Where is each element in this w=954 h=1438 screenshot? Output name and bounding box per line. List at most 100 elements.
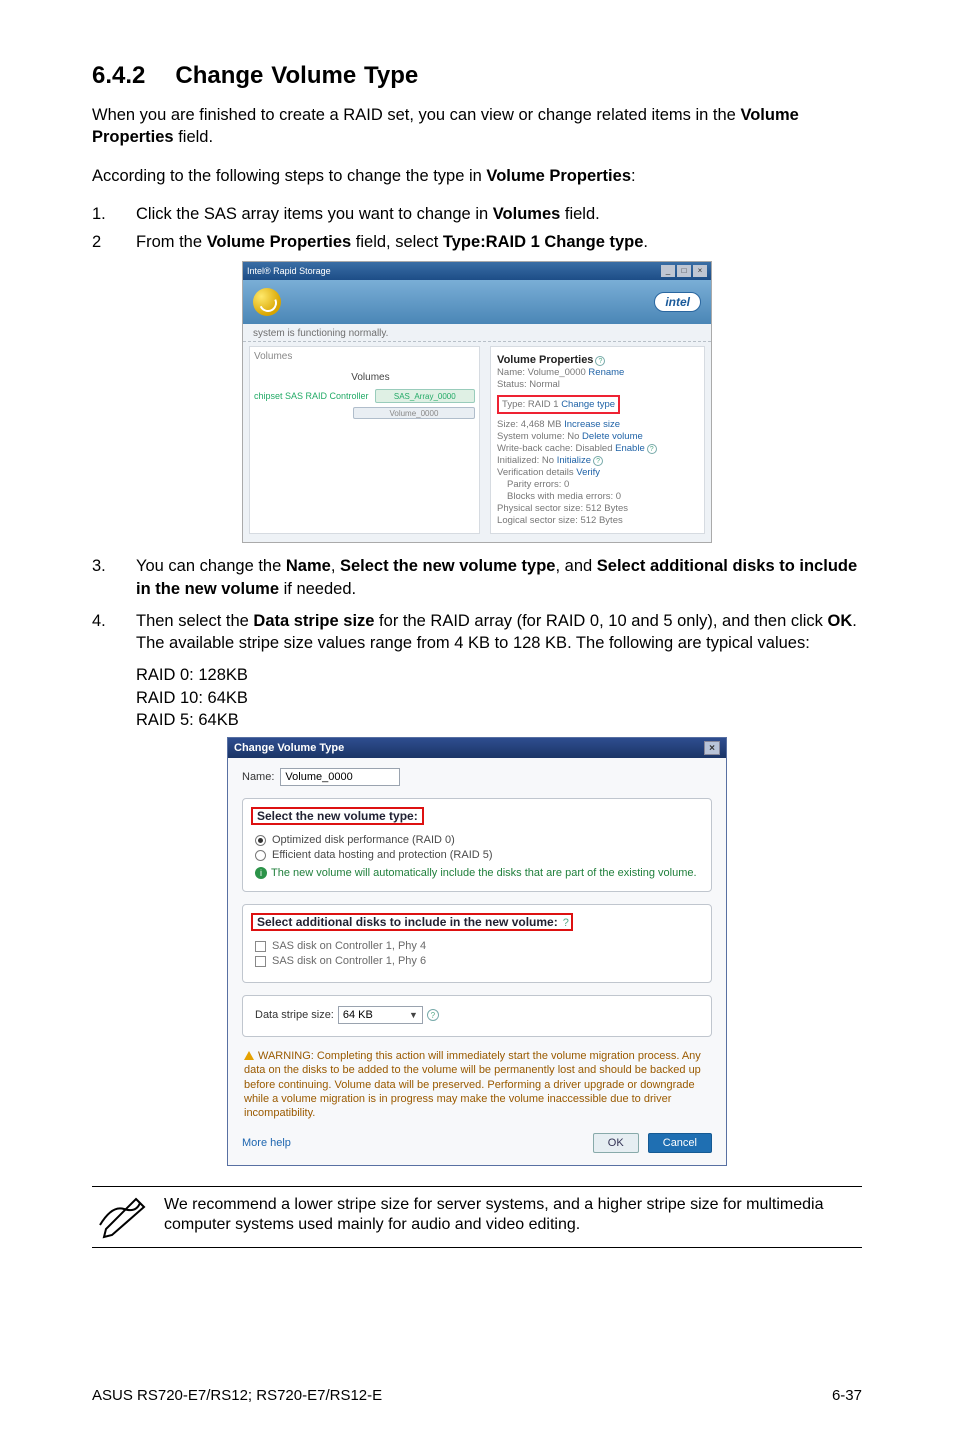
prop-size: Size: 4,468 MB Increase size [497,419,698,430]
minimize-icon[interactable]: _ [661,265,675,277]
screenshot-change-volume-type: Change Volume Type × Name: Select the ne… [227,737,727,1165]
volume-type-legend: Select the new volume type: [255,809,420,823]
increase-size-link[interactable]: Increase size [564,419,620,430]
footer-page-number: 6-37 [832,1387,862,1404]
volumes-panel: Volumes Volumes chipset SAS RAID Control… [249,346,480,534]
more-help-link[interactable]: More help [242,1137,291,1149]
radio-icon[interactable] [255,835,266,846]
radio-icon[interactable] [255,850,266,861]
delete-volume-link[interactable]: Delete volume [582,431,643,442]
name-label: Name: [242,771,274,783]
radio-raid0-row[interactable]: Optimized disk performance (RAID 0) [255,834,699,846]
step-1: 1. Click the SAS array items you want to… [92,203,862,225]
prop-status: Status: Normal [497,379,698,390]
warning-message: WARNING: Completing this action will imm… [244,1049,710,1120]
intro-paragraph-1: When you are finished to create a RAID s… [92,104,862,149]
initialize-link[interactable]: Initialize [557,455,591,466]
name-input[interactable] [280,768,400,786]
dialog-button-row: More help OK Cancel [242,1133,712,1155]
app-header: intel [243,280,711,324]
text: field. [174,128,213,146]
controller-label: chipset SAS RAID Controller [254,391,369,401]
maximize-icon[interactable]: □ [677,265,691,277]
window-controls: _□× [659,265,707,277]
close-icon[interactable]: × [693,265,707,277]
help-icon[interactable]: ? [647,444,657,454]
radio-label: Efficient data hosting and protection (R… [272,849,493,861]
text: System volume: No [497,431,582,442]
section-title-text: Change Volume Type [175,62,418,89]
help-icon[interactable]: ? [593,456,603,466]
stripe-size-select[interactable]: 64 KB ▼ [338,1006,423,1024]
dialog-title: Change Volume Type [234,742,344,754]
volume-type-group: Select the new volume type: Optimized di… [242,798,712,892]
radio-raid5-row[interactable]: Efficient data hosting and protection (R… [255,849,699,861]
help-icon[interactable]: ? [595,356,605,366]
volumes-header: Volumes [254,351,475,362]
text-bold: Volume Properties [207,233,352,251]
footer-product: ASUS RS720-E7/RS12; RS720-E7/RS12-E [92,1387,382,1404]
intro-paragraph-2: According to the following steps to chan… [92,165,862,187]
intel-logo: intel [654,292,701,312]
text-bold: Name [286,557,331,575]
cancel-button[interactable]: Cancel [648,1133,712,1153]
text: From the [136,233,207,251]
disk-label: SAS disk on Controller 1, Phy 4 [272,940,426,952]
volume-item[interactable]: Volume_0000 [353,407,475,419]
text: : [631,167,636,185]
step-text: Then select the Data stripe size for the… [136,610,862,655]
stripe-size-label: Data stripe size: [255,1009,334,1021]
enable-cache-link[interactable]: Enable [615,443,645,454]
info-icon: i [255,867,267,879]
disk-label: SAS disk on Controller 1, Phy 6 [272,955,426,967]
text: . [643,233,648,251]
sas-array-item[interactable]: SAS_Array_0000 [375,389,476,403]
screenshot-irst-main: Intel® Rapid Storage _□× intel system is… [242,261,712,543]
checkbox-icon[interactable] [255,956,266,967]
volume-properties-panel: Volume Properties? Name: Volume_0000 Ren… [490,346,705,534]
text: You can change the [136,557,286,575]
irst-logo-icon [253,288,281,316]
text: Size: 4,468 MB [497,419,564,430]
change-type-link[interactable]: Change type [561,399,615,410]
text-bold: OK [828,612,853,630]
ok-button[interactable]: OK [593,1133,639,1153]
prop-media-errors: Blocks with media errors: 0 [497,491,698,502]
warning-icon [244,1051,254,1060]
help-icon[interactable]: ? [427,1009,439,1021]
step-text: Click the SAS array items you want to ch… [136,203,862,225]
disk-row-1[interactable]: SAS disk on Controller 1, Phy 4 [255,940,699,952]
prop-parity-errors: Parity errors: 0 [497,479,698,490]
volumes-label: Volumes [351,372,475,383]
text: When you are finished to create a RAID s… [92,106,740,124]
prop-verification: Verification details Verify [497,467,698,478]
dialog-titlebar: Change Volume Type × [228,738,726,758]
step-text: From the Volume Properties field, select… [136,231,862,253]
raid0-value: RAID 0: 128KB [136,664,862,686]
verify-link[interactable]: Verify [576,467,600,478]
step-3: 3. You can change the Name, Select the n… [92,555,862,600]
text-bold: Volume Properties [486,167,631,185]
prop-write-back-cache: Write-back cache: Disabled Enable? [497,443,698,454]
note-text: We recommend a lower stripe size for ser… [164,1195,860,1237]
prop-initialized: Initialized: No Initialize? [497,455,698,466]
checkbox-icon[interactable] [255,941,266,952]
additional-disks-legend: Select additional disks to include in th… [255,915,560,929]
text-bold: Type:RAID 1 Change type [443,233,643,251]
step-number: 4. [92,610,136,655]
disk-row-2[interactable]: SAS disk on Controller 1, Phy 6 [255,955,699,967]
prop-type-highlight: Type: RAID 1 Change type [497,395,620,414]
step-number: 2 [92,231,136,253]
text-bold: Select the new volume type [340,557,555,575]
prop-name: Name: Volume_0000 Rename [497,367,698,378]
raid10-value: RAID 10: 64KB [136,687,862,709]
close-icon[interactable]: × [704,741,720,755]
step-number: 1. [92,203,136,225]
help-icon[interactable]: ? [563,917,569,929]
text: Verification details [497,467,576,478]
raid5-value: RAID 5: 64KB [136,709,862,731]
text: if needed. [279,580,356,598]
page-footer: ASUS RS720-E7/RS12; RS720-E7/RS12-E 6-37 [92,1387,862,1404]
rename-link[interactable]: Rename [588,367,624,378]
prop-logical-sector: Logical sector size: 512 Bytes [497,515,698,526]
